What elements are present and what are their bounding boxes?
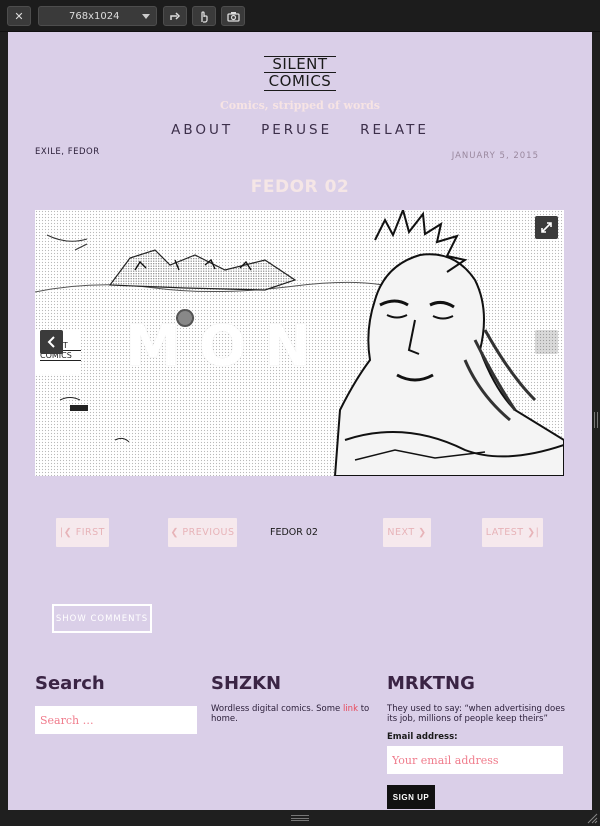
device-toolbar: ✕ 768x1024: [0, 0, 600, 32]
sign-up-button[interactable]: SIGN UP: [387, 785, 435, 809]
comic-image[interactable]: MON SILENT COMICS: [35, 210, 564, 476]
gallery-next-button[interactable]: [535, 330, 558, 354]
nav-item-peruse[interactable]: PERUSE: [261, 122, 332, 138]
logo-line-comics: COMICS: [264, 72, 336, 91]
shzkn-description: Wordless digital comics. Some link to ho…: [211, 704, 371, 724]
nav-item-about[interactable]: ABOUT: [171, 122, 233, 138]
nav-item-relate[interactable]: RELATE: [360, 122, 429, 138]
camera-icon: [226, 11, 240, 22]
touch-icon: [201, 10, 208, 23]
previous-button[interactable]: ❮ PREVIOUS: [168, 518, 237, 547]
chevron-left-icon: [47, 336, 55, 348]
rotate-button[interactable]: [163, 6, 187, 26]
main-nav: ABOUT PERUSE RELATE: [8, 122, 592, 138]
home-link[interactable]: link: [343, 704, 358, 714]
logo-line-silent: SILENT: [272, 55, 328, 73]
bottom-resize-bar: [0, 810, 600, 826]
shzkn-widget-title: SHZKN: [211, 673, 282, 694]
shzkn-text-before: Wordless digital comics. Some: [211, 704, 343, 714]
expand-icon: [541, 222, 552, 233]
site-logo[interactable]: SILENT COMICS: [258, 56, 342, 91]
current-comic-label: FEDOR 02: [270, 527, 318, 538]
search-input[interactable]: [35, 706, 197, 734]
show-comments-button[interactable]: SHOW COMMENTS: [52, 604, 152, 633]
device-size-label: 768x1024: [69, 10, 120, 22]
site-tagline: Comics, stripped of words: [220, 99, 380, 112]
touch-emulation-button[interactable]: [192, 6, 216, 26]
search-widget-title: Search: [35, 673, 105, 694]
device-size-select[interactable]: 768x1024: [38, 6, 157, 26]
mrktng-widget-title: MRKTNG: [387, 673, 475, 694]
resize-handle-bottom[interactable]: [291, 815, 309, 821]
resize-handle-right[interactable]: [594, 412, 598, 428]
close-emulation-button[interactable]: ✕: [7, 6, 31, 26]
post-categories[interactable]: EXILE, FEDOR: [35, 147, 100, 157]
email-label: Email address:: [387, 732, 458, 742]
chevron-down-icon: [142, 14, 150, 19]
email-field[interactable]: [387, 746, 563, 774]
gallery-prev-button[interactable]: [40, 330, 63, 354]
emulated-page: SILENT COMICS Comics, stripped of words …: [8, 32, 592, 810]
post-date: JANUARY 5, 2015: [451, 151, 539, 161]
fullscreen-button[interactable]: [535, 216, 558, 239]
comic-title-overlay: MON: [125, 314, 330, 379]
page-title: FEDOR 02: [250, 177, 350, 197]
resize-corner-icon[interactable]: [586, 812, 598, 824]
latest-button[interactable]: LATEST ❯|: [482, 518, 543, 547]
next-button[interactable]: NEXT ❯: [383, 518, 431, 547]
comic-pager: |❮ FIRST ❮ PREVIOUS FEDOR 02 NEXT ❯ LATE…: [8, 518, 592, 548]
mrktng-quote: They used to say: “when advertising does…: [387, 704, 565, 724]
first-button[interactable]: |❮ FIRST: [56, 518, 109, 547]
screenshot-button[interactable]: [221, 6, 245, 26]
rotate-icon: [170, 11, 181, 20]
